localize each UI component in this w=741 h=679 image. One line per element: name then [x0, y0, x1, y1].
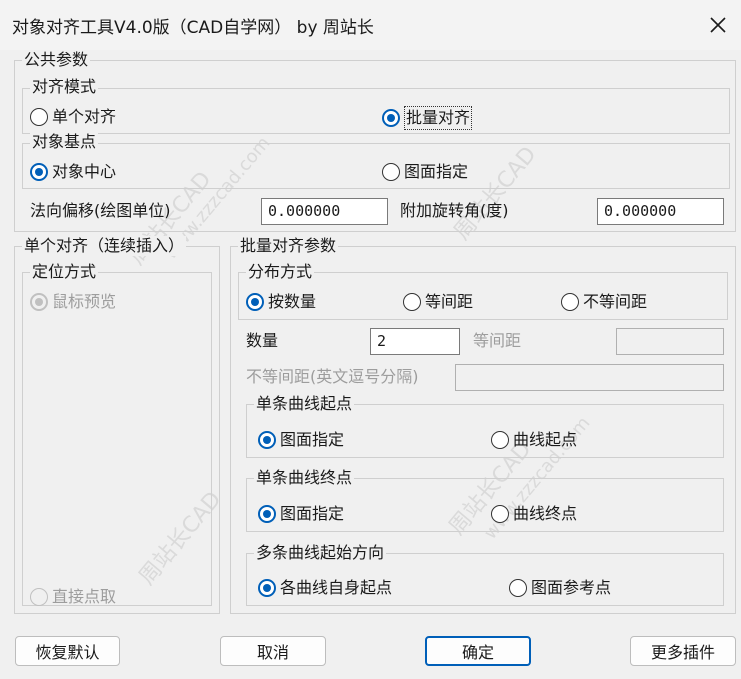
radio-direct-pick[interactable]: 直接点取: [30, 586, 116, 608]
radio-indicator: [509, 579, 527, 597]
radio-indicator: [258, 579, 276, 597]
single-align-legend: 单个对齐（连续插入）: [22, 236, 187, 256]
radio-indicator: [382, 163, 400, 181]
window-title: 对象对齐工具V4.0版（CAD自学网） by 周站长: [12, 18, 374, 38]
radio-label: 按数量: [268, 292, 317, 311]
radio-indicator: [30, 163, 48, 181]
radio-label: 图面指定: [280, 504, 345, 523]
distribution-legend: 分布方式: [246, 262, 315, 282]
rotation-label: 附加旋转角(度): [400, 201, 509, 220]
align-mode-legend: 对齐模式: [30, 77, 99, 97]
radio-by-count[interactable]: 按数量: [246, 291, 316, 313]
radio-indicator: [403, 293, 421, 311]
radio-mouse-preview[interactable]: 鼠标预览: [30, 291, 116, 313]
offset-label: 法向偏移(绘图单位): [30, 201, 171, 220]
radio-indicator: [491, 505, 509, 523]
close-icon: [710, 17, 726, 33]
radio-label: 对象中心: [52, 162, 117, 181]
restore-defaults-button[interactable]: 恢复默认: [15, 636, 120, 666]
radio-indicator: [561, 293, 579, 311]
more-plugins-button[interactable]: 更多插件: [630, 636, 736, 666]
base-point-legend: 对象基点: [30, 132, 99, 152]
radio-start-drawing-specify[interactable]: 图面指定: [258, 429, 344, 451]
common-params-legend: 公共参数: [22, 50, 91, 70]
radio-indicator: [382, 109, 400, 127]
radio-curve-end[interactable]: 曲线终点: [491, 503, 577, 525]
positioning-group: [22, 272, 212, 606]
radio-indicator: [258, 505, 276, 523]
radio-indicator: [30, 293, 48, 311]
close-button[interactable]: [696, 6, 740, 44]
radio-label: 图面指定: [280, 430, 345, 449]
rotation-input[interactable]: 0.000000: [597, 198, 724, 225]
single-end-legend: 单条曲线终点: [254, 468, 355, 488]
spacing-input[interactable]: [616, 328, 724, 355]
radio-batch-align[interactable]: 批量对齐: [382, 106, 473, 130]
radio-each-curve-start[interactable]: 各曲线自身起点: [258, 577, 392, 599]
radio-indicator: [491, 431, 509, 449]
radio-label: 曲线起点: [513, 430, 578, 449]
radio-object-center[interactable]: 对象中心: [30, 161, 116, 183]
radio-label: 曲线终点: [513, 504, 578, 523]
offset-input[interactable]: 0.000000: [261, 198, 388, 225]
unequal-spacing-label: 不等间距(英文逗号分隔): [246, 367, 419, 386]
radio-indicator: [246, 293, 264, 311]
radio-label: 鼠标预览: [52, 292, 117, 311]
radio-end-drawing-specify[interactable]: 图面指定: [258, 503, 344, 525]
radio-label: 图面参考点: [531, 578, 612, 597]
radio-single-align[interactable]: 单个对齐: [30, 106, 116, 128]
count-label: 数量: [246, 331, 279, 350]
radio-label: 批量对齐: [404, 106, 473, 130]
ok-button[interactable]: 确定: [425, 636, 531, 666]
radio-curve-start[interactable]: 曲线起点: [491, 429, 577, 451]
radio-drawing-specify[interactable]: 图面指定: [382, 161, 468, 183]
radio-indicator: [258, 431, 276, 449]
radio-label: 各曲线自身起点: [280, 578, 393, 597]
single-start-legend: 单条曲线起点: [254, 394, 355, 414]
batch-params-legend: 批量对齐参数: [238, 236, 339, 256]
radio-unequal-spacing[interactable]: 不等间距: [561, 291, 647, 313]
unequal-spacing-input[interactable]: [455, 364, 724, 391]
multi-direction-legend: 多条曲线起始方向: [254, 543, 387, 563]
radio-label: 单个对齐: [52, 107, 117, 126]
align-mode-group: [22, 88, 730, 134]
radio-drawing-reference-point[interactable]: 图面参考点: [509, 577, 611, 599]
radio-equal-spacing[interactable]: 等间距: [403, 291, 473, 313]
radio-label: 不等间距: [583, 292, 648, 311]
radio-indicator: [30, 588, 48, 606]
radio-label: 直接点取: [52, 587, 117, 606]
radio-label: 图面指定: [404, 162, 469, 181]
positioning-legend: 定位方式: [30, 262, 99, 282]
base-point-group: [22, 143, 730, 189]
cancel-button[interactable]: 取消: [220, 636, 326, 666]
radio-indicator: [30, 108, 48, 126]
count-input[interactable]: 2: [370, 328, 460, 355]
radio-label: 等间距: [425, 292, 474, 311]
spacing-label: 等间距: [473, 331, 522, 350]
